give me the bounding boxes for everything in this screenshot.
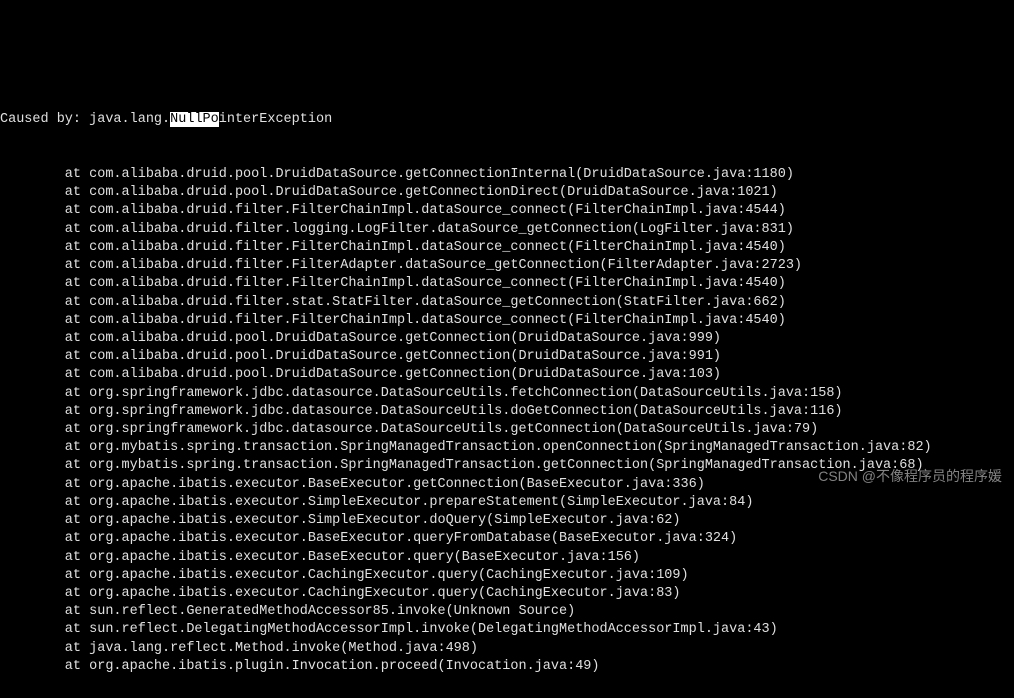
stack-line: at org.apache.ibatis.executor.CachingExe… (0, 567, 1014, 585)
exception-suffix: interException (219, 112, 332, 127)
stack-line: at com.alibaba.druid.pool.DruidDataSourc… (0, 184, 1014, 202)
stack-line: at org.springframework.jdbc.datasource.D… (0, 385, 1014, 403)
stack-line: at com.alibaba.druid.pool.DruidDataSourc… (0, 366, 1014, 384)
stack-line: at com.alibaba.druid.filter.FilterAdapte… (0, 257, 1014, 275)
stack-line: at com.alibaba.druid.filter.FilterChainI… (0, 239, 1014, 257)
terminal-output[interactable]: Caused by: java.lang.NullPointerExceptio… (0, 75, 1014, 571)
stack-line: at com.alibaba.druid.filter.FilterChainI… (0, 275, 1014, 293)
stack-line: at com.alibaba.druid.filter.stat.StatFil… (0, 294, 1014, 312)
stack-line: at com.alibaba.druid.filter.FilterChainI… (0, 312, 1014, 330)
stack-line: at org.apache.ibatis.executor.SimpleExec… (0, 494, 1014, 512)
stack-line: at org.apache.ibatis.executor.BaseExecut… (0, 530, 1014, 548)
stack-line: at com.alibaba.druid.filter.FilterChainI… (0, 202, 1014, 220)
exception-line: Caused by: java.lang.NullPointerExceptio… (0, 111, 1014, 129)
stack-line: at org.apache.ibatis.executor.BaseExecut… (0, 549, 1014, 567)
stack-line: at com.alibaba.druid.pool.DruidDataSourc… (0, 348, 1014, 366)
stack-line: at com.alibaba.druid.pool.DruidDataSourc… (0, 330, 1014, 348)
stack-line: at org.apache.ibatis.executor.SimpleExec… (0, 512, 1014, 530)
stack-line: at org.springframework.jdbc.datasource.D… (0, 403, 1014, 421)
watermark-text: CSDN @不像程序员的程序媛 (818, 467, 1002, 486)
stack-line: at org.mybatis.spring.transaction.Spring… (0, 439, 1014, 457)
exception-prefix: Caused by: java.lang. (0, 112, 170, 127)
stack-line: at com.alibaba.druid.pool.DruidDataSourc… (0, 166, 1014, 184)
stack-line: at org.apache.ibatis.plugin.Invocation.p… (0, 658, 1014, 676)
stack-line: at org.springframework.jdbc.datasource.D… (0, 421, 1014, 439)
stack-line: at sun.reflect.GeneratedMethodAccessor85… (0, 603, 1014, 621)
stack-line: at sun.reflect.DelegatingMethodAccessorI… (0, 621, 1014, 639)
search-highlight: NullPo (170, 112, 219, 127)
stack-line: at java.lang.reflect.Method.invoke(Metho… (0, 640, 1014, 658)
stack-trace: at com.alibaba.druid.pool.DruidDataSourc… (0, 166, 1014, 676)
stack-line: at org.apache.ibatis.executor.CachingExe… (0, 585, 1014, 603)
stack-line: at com.alibaba.druid.filter.logging.LogF… (0, 221, 1014, 239)
